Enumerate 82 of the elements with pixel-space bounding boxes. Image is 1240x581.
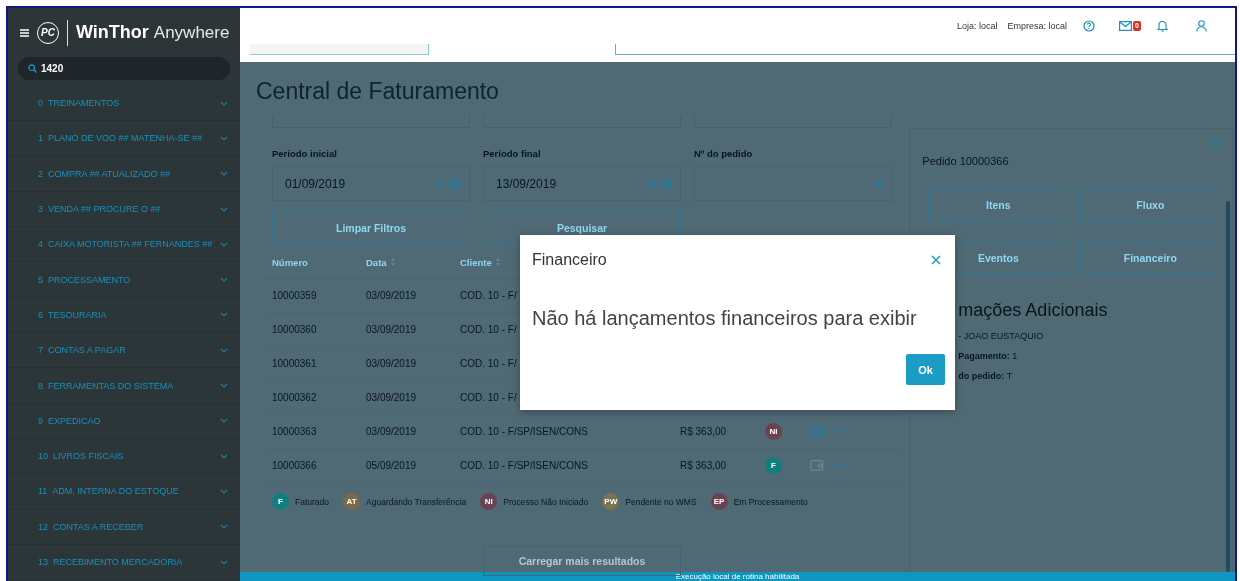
- table-cell-text: COD. 10 - F/SP/ISEN/CONS: [460, 460, 589, 471]
- table-cell-text: COD. 10 - F/: [460, 324, 518, 335]
- table-cell-text: 10000359: [272, 290, 318, 301]
- field-label: Período final: [483, 148, 542, 159]
- table-cell-text: 10000366: [272, 460, 318, 471]
- column-header[interactable]: Data: [366, 256, 387, 268]
- input-field[interactable]: 01/09/2019: [272, 166, 470, 201]
- input-field[interactable]: 13/09/2019: [483, 166, 681, 201]
- document-icon[interactable]: [810, 426, 824, 437]
- table-cell-text: 10000361: [272, 358, 318, 369]
- table-cell-text: 03/09/2019: [366, 426, 418, 437]
- table-cell-text: 10000362: [272, 392, 318, 403]
- detail-button[interactable]: Itens: [928, 189, 1069, 221]
- detail-button[interactable]: Financeiro: [1080, 242, 1221, 274]
- search-field[interactable]: 1420: [18, 57, 230, 80]
- search-icon: [28, 64, 37, 73]
- document-icon[interactable]: [810, 460, 824, 471]
- mail-icon: [1119, 21, 1133, 31]
- legend-label: Pendente no WMS: [625, 496, 697, 507]
- close-icon[interactable]: [1211, 139, 1220, 148]
- info-line: do pedido: T: [958, 371, 1014, 381]
- field-label: Nº do pedido: [694, 148, 754, 159]
- app-subtitle: Anywhere: [153, 22, 230, 43]
- sort-icon[interactable]: [495, 258, 500, 266]
- company-label: Empresa: local: [1007, 21, 1068, 31]
- table-cell-text: 03/09/2019: [366, 324, 418, 335]
- calendar-icon[interactable]: [660, 177, 672, 190]
- scrollbar[interactable]: [1226, 201, 1230, 572]
- table-cell-text: 10000363: [272, 426, 318, 437]
- status-badge: NI: [480, 493, 498, 510]
- column-header[interactable]: Cliente: [460, 256, 492, 268]
- info-line: Pagamento: 1: [958, 351, 1019, 361]
- table-cell-text: 03/09/2019: [366, 290, 418, 301]
- field-label: Período inicial: [272, 148, 338, 159]
- order-title: Pedido 10000366: [922, 155, 1010, 167]
- column-header[interactable]: Número: [272, 256, 308, 268]
- close-icon[interactable]: [931, 255, 941, 265]
- input-field[interactable]: [694, 166, 892, 201]
- sort-icon[interactable]: [390, 258, 395, 266]
- status-badge: AT: [343, 493, 361, 510]
- bell-icon[interactable]: [1157, 20, 1168, 32]
- clear-icon[interactable]: [436, 179, 445, 188]
- status-badge: EP: [710, 493, 728, 510]
- load-more-button[interactable]: Carregar mais resultados: [483, 546, 681, 576]
- legend-label: Processo Não Iniciado: [503, 496, 589, 507]
- dialog-title: Financeiro: [532, 251, 607, 269]
- table-cell-text: 03/09/2019: [366, 358, 418, 369]
- legend-label: Aguardando Transferência: [366, 496, 467, 507]
- more-icon[interactable]: [876, 430, 884, 433]
- table-cell-text: 05/09/2019: [366, 460, 418, 471]
- table-cell-text: COD. 10 - F/: [460, 392, 518, 403]
- table-cell-text: R$ 363,00: [680, 460, 728, 471]
- ok-button[interactable]: Ok: [906, 354, 945, 385]
- legend-label: Em Processamento: [733, 496, 808, 507]
- ellipsis-icon[interactable]: [832, 464, 844, 467]
- status-badge: F: [272, 493, 289, 510]
- info-line: - JOAO EUSTAQUIO: [958, 331, 1045, 341]
- user-icon[interactable]: [1196, 20, 1207, 32]
- app-title: WinThor: [76, 22, 149, 43]
- ellipsis-icon[interactable]: [832, 430, 844, 433]
- table-cell-text: COD. 10 - F/: [460, 290, 518, 301]
- store-label: Loja: local: [957, 21, 998, 31]
- status-badge: NI: [765, 423, 782, 440]
- table-cell-text: COD. 10 - F/: [460, 358, 518, 369]
- table-cell-text: 10000360: [272, 324, 318, 335]
- table-cell-text: R$ 363,00: [680, 426, 728, 437]
- status-badge: F: [765, 457, 782, 474]
- page-title: Central de Faturamento: [256, 78, 500, 105]
- more-icon[interactable]: [876, 464, 884, 467]
- calendar-icon[interactable]: [449, 177, 461, 190]
- help-icon[interactable]: [1083, 20, 1096, 32]
- status-badge: PW: [602, 493, 620, 510]
- filter-button[interactable]: Limpar Filtros: [272, 212, 470, 244]
- table-cell-text: COD. 10 - F/SP/ISEN/CONS: [460, 426, 589, 437]
- legend-label: Faturado: [295, 496, 330, 507]
- section-heading: mações Adicionais: [958, 300, 1109, 321]
- menu-icon[interactable]: [20, 28, 29, 37]
- detail-button[interactable]: Fluxo: [1080, 189, 1221, 221]
- table-cell-text: 03/09/2019: [366, 392, 418, 403]
- dialog-message: Não há lançamentos financeiros para exibir: [531, 306, 918, 330]
- clear-icon[interactable]: [647, 179, 656, 188]
- clear-icon[interactable]: [874, 179, 883, 188]
